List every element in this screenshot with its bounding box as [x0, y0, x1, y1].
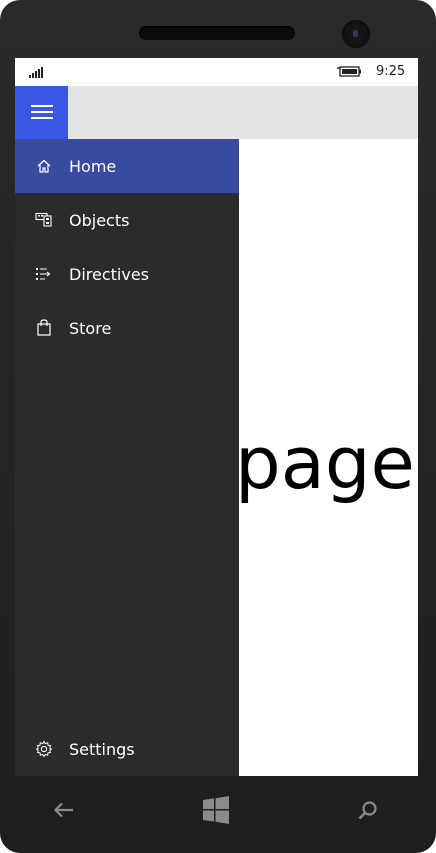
nav-item-store[interactable]: Store: [15, 301, 239, 355]
nav-item-settings[interactable]: Settings: [15, 722, 239, 776]
earpiece-speaker: [139, 26, 295, 40]
back-button[interactable]: [48, 794, 80, 826]
nav-item-home[interactable]: Home: [15, 139, 239, 193]
battery-icon: [337, 66, 361, 77]
nav-item-label: Directives: [69, 264, 149, 284]
nav-item-label: Settings: [69, 739, 135, 759]
page-content-text: page: [235, 421, 415, 505]
hamburger-menu-button[interactable]: [15, 86, 68, 139]
screen: 9:25 page Home Objects Directives Store …: [15, 58, 418, 776]
signal-bars-icon: [29, 66, 45, 78]
hamburger-icon: [31, 105, 53, 107]
windows-start-icon: [203, 796, 229, 824]
nav-item-objects[interactable]: Objects: [15, 193, 239, 247]
directives-icon: [33, 264, 55, 284]
gear-icon: [33, 739, 55, 759]
nav-item-label: Store: [69, 318, 112, 338]
store-bag-icon: [33, 318, 55, 338]
navigation-pane: Home Objects Directives Store Settings: [15, 139, 239, 776]
status-time: 9:25: [376, 64, 406, 79]
nav-item-label: Home: [69, 156, 117, 176]
app-header: [15, 86, 418, 139]
objects-icon: [33, 210, 55, 230]
nav-item-directives[interactable]: Directives: [15, 247, 239, 301]
front-camera: [342, 20, 370, 48]
home-icon: [33, 156, 55, 176]
hamburger-icon-line: [31, 111, 53, 113]
back-arrow-icon: [53, 802, 73, 818]
nav-item-label: Objects: [69, 210, 130, 230]
status-bar: 9:25: [15, 58, 418, 86]
search-icon: [358, 801, 377, 820]
phone-frame: 9:25 page Home Objects Directives Store …: [0, 0, 436, 853]
hamburger-icon-line: [31, 117, 53, 119]
search-button[interactable]: [352, 794, 384, 826]
start-button[interactable]: [200, 794, 232, 826]
